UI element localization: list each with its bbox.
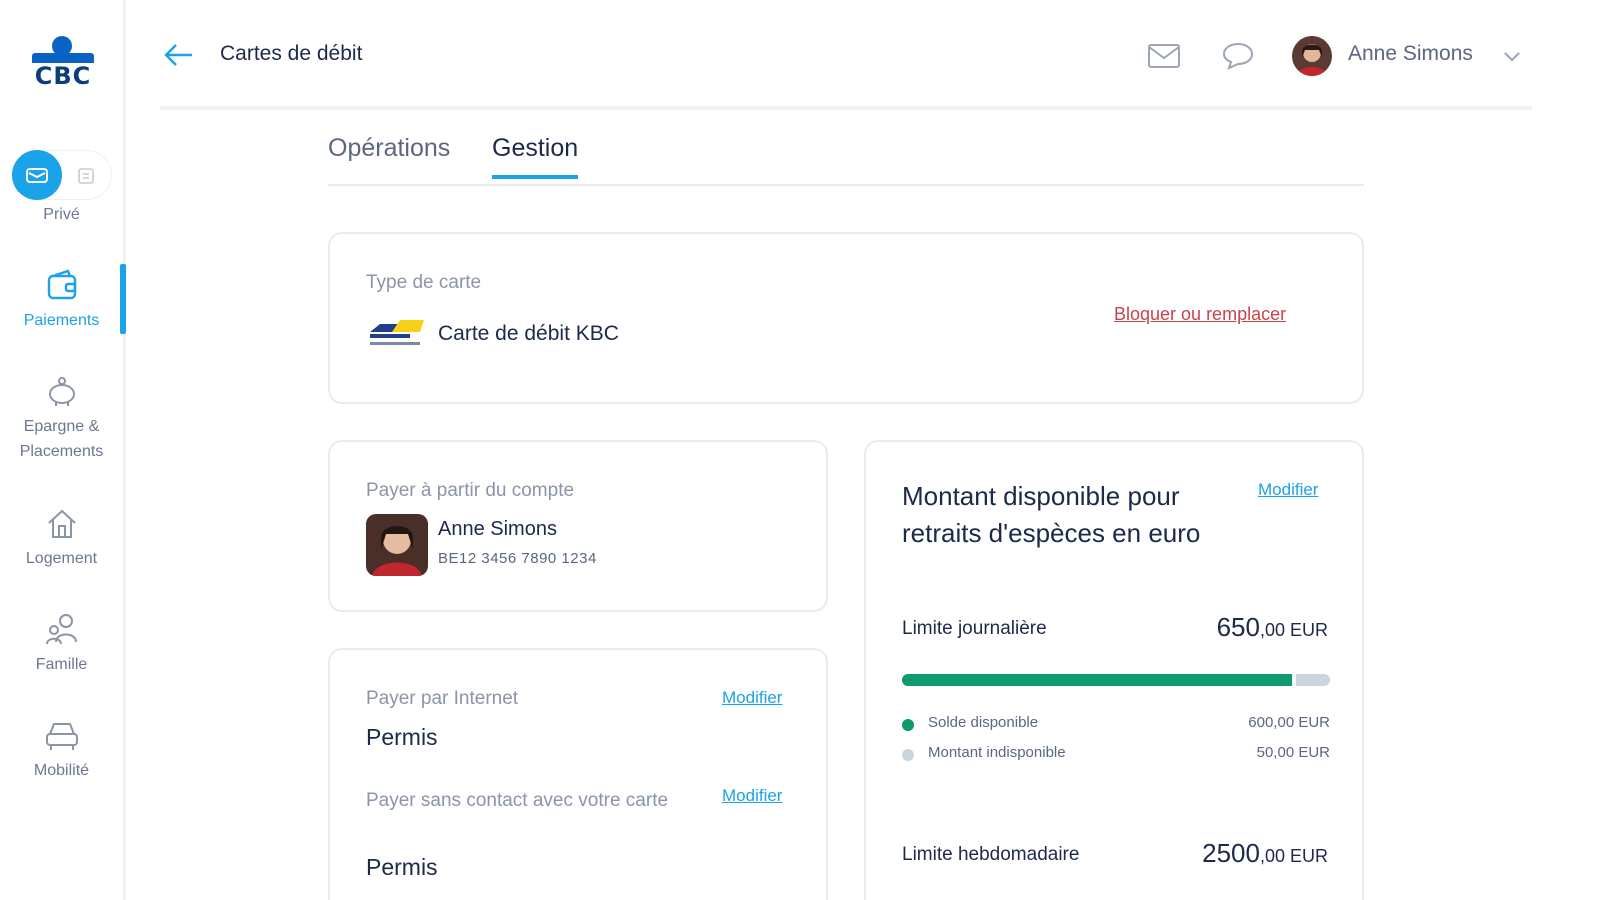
sidebar-item-famille[interactable]: Famille	[0, 610, 123, 677]
block-replace-link[interactable]: Bloquer ou remplacer	[1114, 304, 1286, 325]
top-header: Cartes de débit Anne Simons	[160, 0, 1532, 110]
unavailable-bullet	[902, 749, 914, 761]
sidebar-item-label: Mobilité	[33, 762, 90, 779]
sidebar-item-logement[interactable]: Logement	[0, 504, 123, 571]
sidebar-item-label: Paiements	[23, 312, 100, 329]
daily-limit-value: 650,00 EUR	[1217, 612, 1328, 643]
tab-operations[interactable]: Opérations	[328, 134, 450, 175]
account-panel: Payer à partir du compte Anne Simons BE1…	[328, 440, 828, 612]
user-menu-toggle[interactable]	[1500, 44, 1524, 68]
daily-limit-label: Limite journalière	[902, 618, 1047, 639]
account-label: Payer à partir du compte	[366, 480, 575, 501]
account-iban: BE12 3456 7890 1234	[438, 550, 597, 567]
arrow-left-icon	[164, 44, 192, 66]
chevron-down-icon	[1504, 52, 1520, 62]
account-holder-avatar	[366, 514, 428, 576]
card-type-panel: Type de carte Carte de débit KBC Bloquer…	[328, 232, 1364, 404]
daily-limit-progress	[902, 674, 1330, 686]
weekly-limit-label: Limite hebdomadaire	[902, 844, 1080, 865]
piggy-bank-icon	[48, 377, 75, 406]
car-icon	[45, 723, 78, 750]
card-type-label: Type de carte	[366, 272, 482, 293]
sidebar-item-paiements[interactable]: Paiements	[0, 266, 123, 333]
cbc-logo[interactable]: CBC	[30, 36, 96, 92]
building-icon	[78, 168, 94, 184]
back-button[interactable]	[162, 40, 196, 70]
unavailable-value: 50,00 EUR	[1256, 744, 1330, 761]
segment-switch[interactable]	[12, 150, 112, 200]
user-avatar[interactable]	[1292, 36, 1332, 76]
bancontact-icon	[370, 320, 424, 345]
mail-button[interactable]	[1144, 38, 1184, 74]
internet-payment-status: Permis	[366, 724, 438, 750]
wallet-icon	[47, 269, 76, 300]
chat-button[interactable]	[1218, 38, 1258, 74]
user-name[interactable]: Anne Simons	[1348, 42, 1473, 66]
sidebar-item-label: Epargne & Placements	[19, 418, 104, 460]
sidebar-item-mobilite[interactable]: Mobilité	[0, 716, 123, 783]
available-label: Solde disponible	[928, 714, 1039, 731]
available-value: 600,00 EUR	[1248, 714, 1330, 731]
internet-payment-label: Payer par Internet	[366, 688, 519, 709]
house-icon	[47, 509, 76, 538]
daily-limit-decimal: ,00 EUR	[1259, 620, 1328, 640]
unavailable-legend-row: Montant indisponible 50,00 EUR	[902, 742, 1330, 766]
private-segment-button[interactable]	[12, 150, 62, 200]
contactless-payment-label: Payer sans contact avec votre carte	[366, 790, 669, 811]
page-title: Cartes de débit	[220, 42, 363, 65]
segment-label: Privé	[43, 206, 80, 223]
daily-limit-integer: 650	[1216, 612, 1260, 642]
bancontact-logo	[368, 316, 426, 356]
user-avatar-image	[1292, 36, 1332, 76]
sidebar-item-label: Famille	[35, 656, 88, 673]
sidebar-item-epargne[interactable]: Epargne & Placements	[0, 372, 123, 464]
weekly-limit-integer: 2500	[1202, 838, 1260, 868]
cash-withdrawal-panel: Montant disponible pour retraits d'espèc…	[864, 440, 1364, 900]
tab-bar: Opérations Gestion	[328, 130, 1364, 186]
mail-icon	[1148, 44, 1180, 68]
card-name: Carte de débit KBC	[438, 322, 619, 345]
business-segment-button[interactable]	[75, 165, 97, 187]
internet-modify-link[interactable]: Modifier	[722, 688, 782, 708]
family-icon	[45, 614, 77, 645]
account-holder-photo	[366, 514, 428, 576]
payment-permissions-panel: Payer par Internet Modifier Permis Payer…	[328, 648, 828, 900]
sidebar-item-label: Logement	[25, 550, 98, 567]
unavailable-label: Montant indisponible	[928, 744, 1066, 761]
available-legend-row: Solde disponible 600,00 EUR	[902, 712, 1330, 736]
weekly-limit-value: 2500,00 EUR	[1202, 838, 1328, 869]
account-holder-name: Anne Simons	[438, 518, 557, 540]
available-progress-fill	[902, 674, 1296, 686]
withdrawal-modify-link[interactable]: Modifier	[1258, 480, 1318, 500]
contactless-payment-status: Permis	[366, 854, 438, 880]
chat-bubble-icon	[1222, 42, 1254, 70]
contactless-modify-link[interactable]: Modifier	[722, 786, 782, 806]
available-bullet	[902, 719, 914, 731]
wallet-icon	[26, 168, 48, 183]
sidebar: CBC Privé Paiements Epargne & Placements…	[0, 0, 126, 900]
tab-gestion[interactable]: Gestion	[492, 134, 579, 179]
weekly-limit-decimal: ,00 EUR	[1259, 846, 1328, 866]
logo-text: CBC	[34, 62, 92, 90]
withdrawal-title: Montant disponible pour retraits d'espèc…	[902, 481, 1201, 548]
